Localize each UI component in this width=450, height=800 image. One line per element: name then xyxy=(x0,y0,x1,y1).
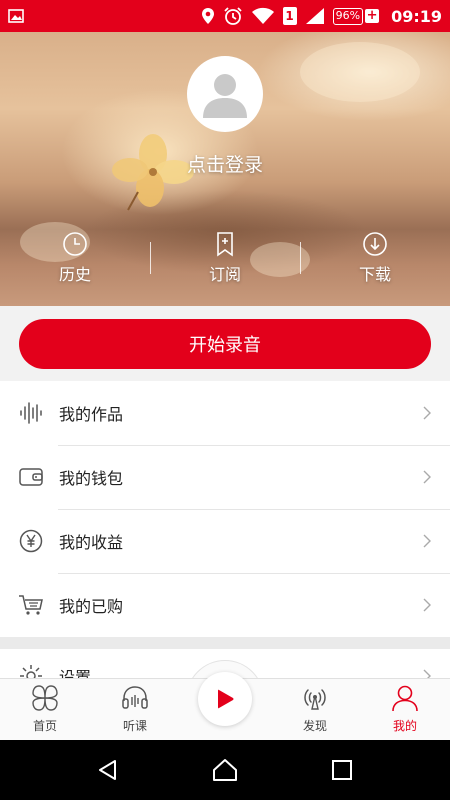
chevron-right-icon xyxy=(423,598,431,612)
home-icon xyxy=(212,759,237,781)
menu-item-earnings[interactable]: 我的收益 xyxy=(0,509,450,573)
start-recording-button[interactable]: 开始录音 xyxy=(19,319,431,369)
charging-icon: + xyxy=(365,8,380,23)
menu-item-wallet[interactable]: 我的钱包 xyxy=(0,445,450,509)
subscribe-button[interactable]: 订阅 xyxy=(150,228,300,288)
status-right: 1 96% + 09:19 xyxy=(201,6,442,26)
clock-icon xyxy=(63,232,87,256)
tab-label: 发现 xyxy=(302,719,327,733)
gallery-notification-icon xyxy=(8,9,24,23)
status-left xyxy=(8,9,24,23)
chevron-right-icon xyxy=(423,534,431,548)
default-user-icon xyxy=(203,74,247,118)
subscribe-label: 订阅 xyxy=(208,265,241,284)
tab-label: 我的 xyxy=(392,719,417,733)
tab-home[interactable]: 首页 xyxy=(0,679,90,740)
location-icon xyxy=(201,8,214,24)
gear-icon xyxy=(18,663,44,679)
signal-icon xyxy=(305,8,324,24)
menu-item-works[interactable]: 我的作品 xyxy=(0,381,450,445)
sim-indicator: 1 xyxy=(282,7,297,25)
download-button[interactable]: 下载 xyxy=(300,228,450,288)
menu-list: 我的作品 我的钱包 我的收益 我的已购 xyxy=(0,381,450,637)
login-link[interactable]: 点击登录 xyxy=(0,150,450,177)
back-triangle-icon xyxy=(99,760,117,780)
menu-item-label: 我的已购 xyxy=(59,597,124,616)
status-bar: 1 96% + 09:19 xyxy=(0,0,450,32)
bookmark-plus-icon xyxy=(217,232,233,257)
person-icon xyxy=(392,685,418,712)
tab-discover[interactable]: 发现 xyxy=(270,679,360,740)
tab-mine[interactable]: 我的 xyxy=(360,679,450,740)
back-button[interactable] xyxy=(88,750,128,790)
battery-indicator: 96% + xyxy=(332,7,380,25)
home-button[interactable] xyxy=(205,750,245,790)
recents-button[interactable] xyxy=(322,750,362,790)
menu-item-label: 我的作品 xyxy=(59,405,124,424)
cart-icon xyxy=(18,592,44,618)
avatar[interactable] xyxy=(187,56,263,132)
center-play-button[interactable] xyxy=(198,672,252,726)
chevron-right-icon xyxy=(423,406,431,420)
download-label: 下载 xyxy=(358,265,391,284)
play-icon xyxy=(218,689,234,709)
bokeh-light xyxy=(300,42,420,102)
tab-label: 听课 xyxy=(122,719,147,733)
hero-actions: 历史 订阅 下载 xyxy=(0,228,450,288)
status-time: 09:19 xyxy=(391,6,442,26)
chevron-right-icon xyxy=(423,470,431,484)
battery-level: 96% xyxy=(332,7,364,25)
yuan-icon xyxy=(18,528,44,554)
system-nav-bar xyxy=(0,740,450,800)
tab-label: 首页 xyxy=(32,719,57,733)
radar-icon xyxy=(304,689,326,710)
headphones-icon xyxy=(122,686,148,709)
history-label: 历史 xyxy=(58,265,91,284)
recents-square-icon xyxy=(331,760,352,780)
tab-courses[interactable]: 听课 xyxy=(90,679,180,740)
menu-item-purchased[interactable]: 我的已购 xyxy=(0,573,450,637)
menu-item-label: 我的收益 xyxy=(59,533,124,552)
wallet-icon xyxy=(18,464,44,490)
home-clover-icon xyxy=(32,685,58,711)
profile-header: 点击登录 历史 订阅 下载 xyxy=(0,32,450,306)
wifi-icon xyxy=(251,7,274,24)
record-section: 开始录音 xyxy=(0,306,450,381)
alarm-icon xyxy=(223,7,242,25)
section-divider xyxy=(0,637,450,649)
menu-item-label: 设置 xyxy=(59,668,92,679)
waveform-icon xyxy=(18,400,44,426)
download-icon xyxy=(363,232,387,256)
menu-item-label: 我的钱包 xyxy=(59,469,124,488)
history-button[interactable]: 历史 xyxy=(0,228,150,288)
